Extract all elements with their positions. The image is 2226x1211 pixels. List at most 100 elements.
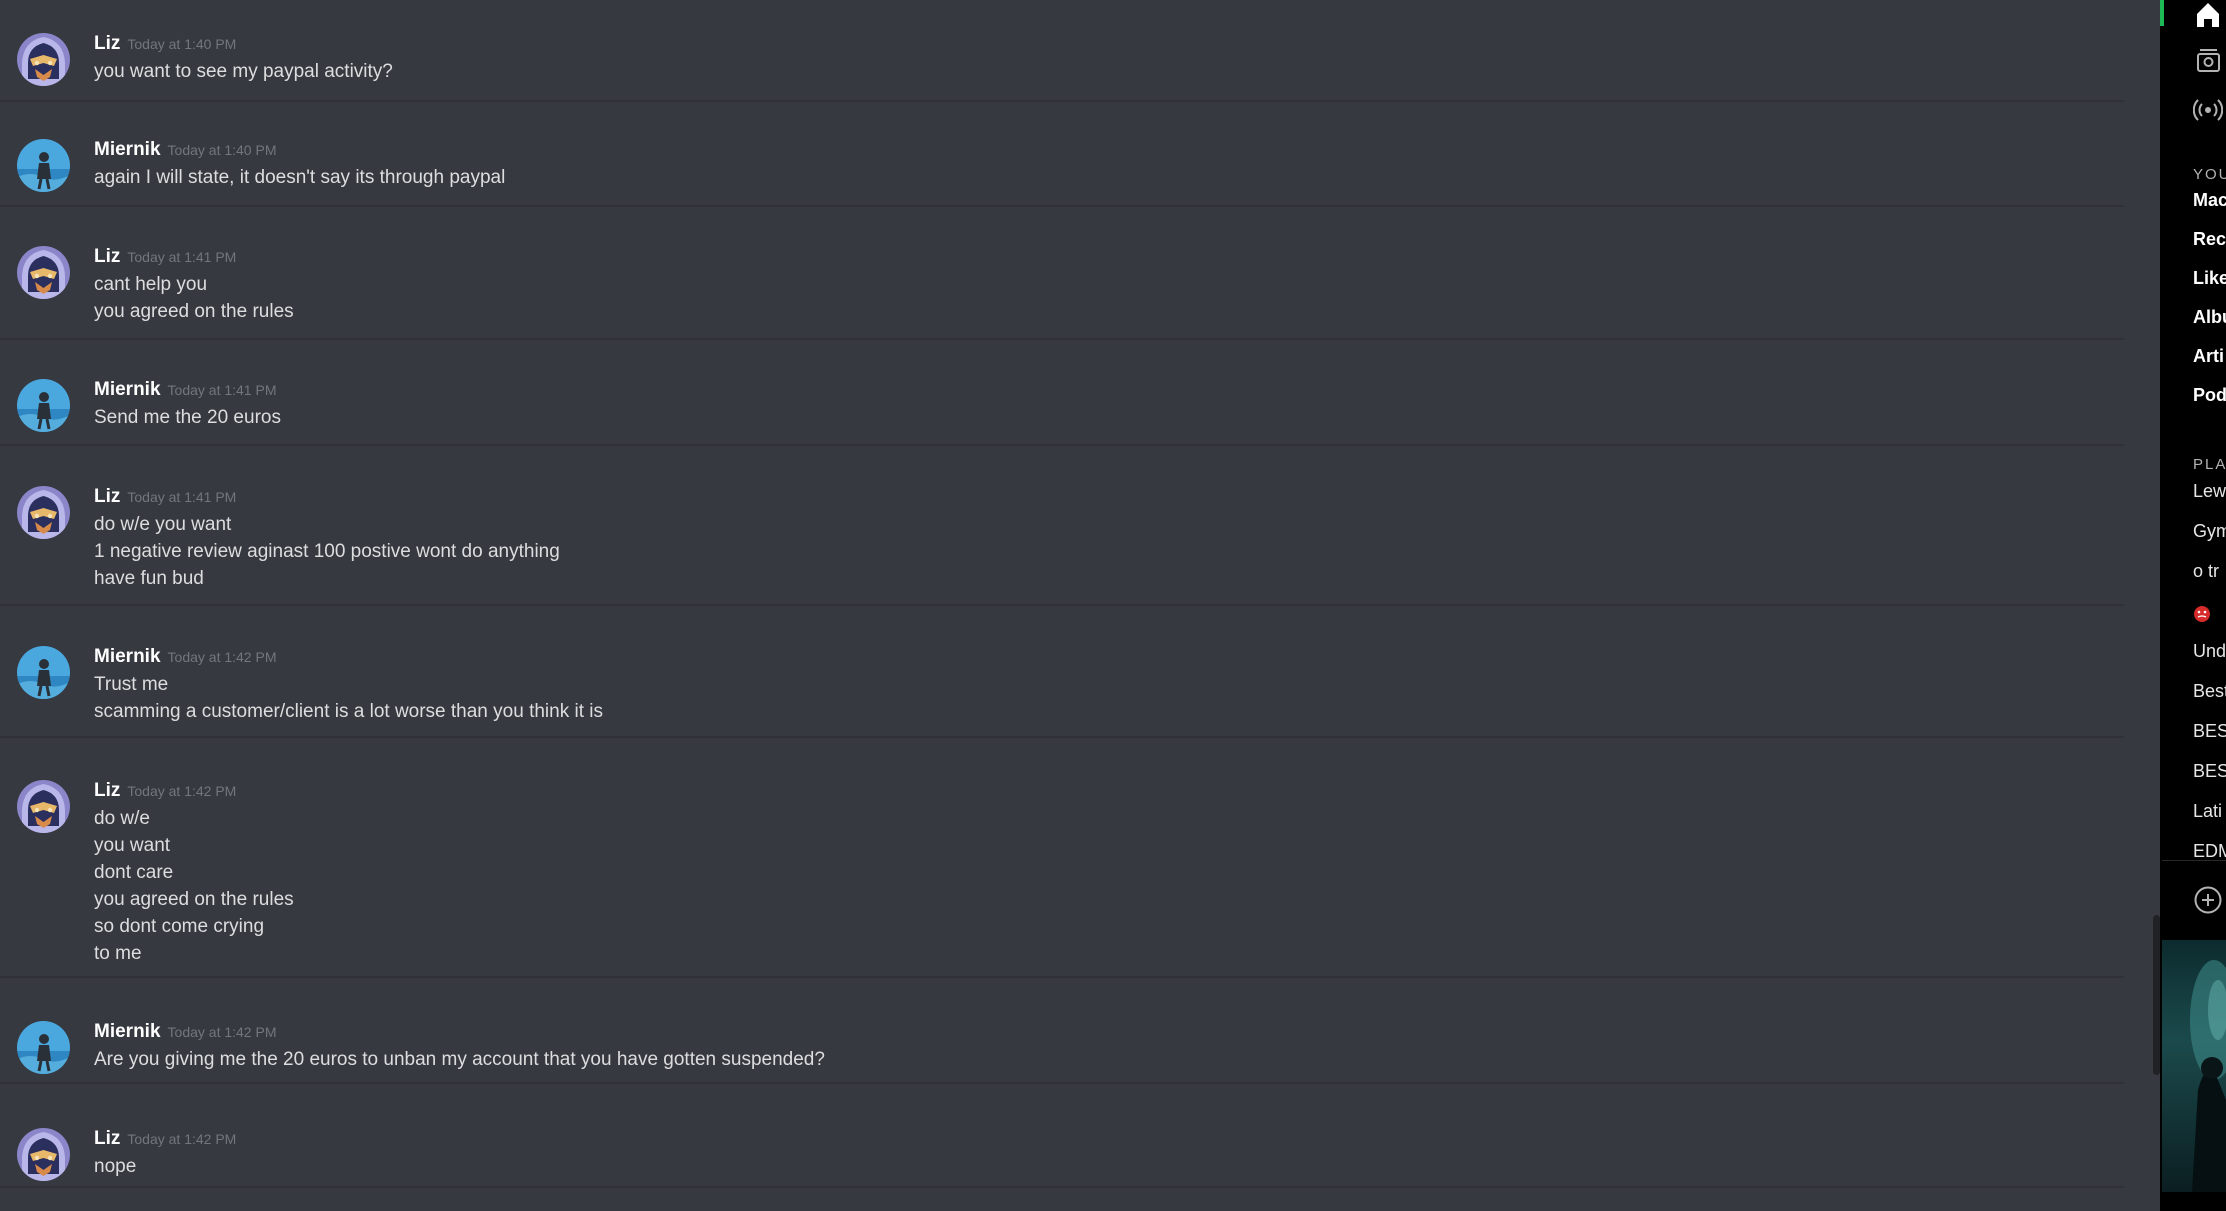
message-body: Trust me scamming a customer/client is a … — [94, 671, 603, 725]
miernik-avatar[interactable] — [17, 379, 70, 432]
playlist-item[interactable]: EDM — [2193, 841, 2226, 862]
username[interactable]: Liz — [94, 246, 120, 267]
miernik-avatar[interactable] — [17, 139, 70, 192]
message-header: Liz Today at 1:40 PM — [94, 33, 236, 59]
music-app-sidebar: YOU PLA Mac Rec Like Albu Arti Pod Lew Gym o tr U… — [2160, 0, 2226, 1211]
library-icon[interactable] — [2193, 46, 2223, 76]
message-line: you agreed on the rules — [94, 889, 294, 910]
message-body: nope — [94, 1153, 136, 1180]
chat-message[interactable]: Liz Today at 1:41 PM do w/e you want 1 nega… — [0, 466, 2124, 606]
playlist-item[interactable]: BES — [2193, 721, 2226, 742]
message-line: cant help you — [94, 274, 208, 295]
message-line: have fun bud — [94, 568, 204, 589]
message-line: nope — [94, 1156, 137, 1177]
now-playing-cover-art[interactable] — [2162, 940, 2226, 1192]
liz-avatar[interactable] — [17, 486, 70, 539]
miernik-avatar[interactable] — [17, 1021, 70, 1074]
message-line: so dont come crying — [94, 916, 265, 937]
username[interactable]: Miernik — [94, 139, 161, 160]
username[interactable]: Liz — [94, 486, 120, 507]
message-line: dont care — [94, 862, 174, 883]
message-timestamp: Today at 1:41 PM — [127, 489, 237, 505]
message-body: do w/e you want dont care you agreed on the… — [94, 805, 294, 967]
chat-message[interactable]: Miernik Today at 1:42 PM Trust me scamming … — [0, 626, 2124, 738]
message-line: Are you giving me the 20 euros to unban … — [94, 1049, 825, 1070]
message-line: you agreed on the rules — [94, 301, 294, 322]
library-item[interactable]: Like — [2193, 268, 2226, 289]
message-line: do w/e you want — [94, 514, 232, 535]
playlist-item[interactable]: BES — [2193, 761, 2226, 782]
message-line: to me — [94, 943, 142, 964]
username[interactable]: Miernik — [94, 1021, 161, 1042]
chat-message[interactable]: Miernik Today at 1:42 PM Are you giving me… — [0, 1001, 2124, 1084]
message-header: Liz Today at 1:41 PM — [94, 246, 236, 272]
chat-message[interactable]: Miernik Today at 1:41 PM Send me the 20 eu… — [0, 359, 2124, 446]
chat-message[interactable]: Liz Today at 1:41 PM cant help you you agre… — [0, 226, 2124, 340]
message-body: Are you giving me the 20 euros to unban … — [94, 1046, 825, 1073]
message-line: Trust me — [94, 674, 169, 695]
message-header: Liz Today at 1:41 PM — [94, 486, 236, 512]
message-header: Miernik Today at 1:42 PM — [94, 646, 276, 672]
playlist-item[interactable]: Lew — [2193, 481, 2226, 502]
library-item[interactable]: Rec — [2193, 229, 2226, 250]
library-item[interactable]: Mac — [2193, 190, 2226, 211]
library-item[interactable]: Arti — [2193, 346, 2224, 367]
message-line: do w/e — [94, 808, 150, 829]
message-timestamp: Today at 1:41 PM — [127, 249, 237, 265]
podcast-icon[interactable] — [2193, 95, 2223, 125]
chat-scrollbar[interactable] — [2153, 915, 2160, 1075]
message-timestamp: Today at 1:41 PM — [167, 382, 277, 398]
liz-avatar[interactable] — [17, 1128, 70, 1181]
message-header: Liz Today at 1:42 PM — [94, 780, 236, 806]
plus-circle-icon[interactable] — [2193, 885, 2223, 915]
username[interactable]: Liz — [94, 33, 120, 54]
message-timestamp: Today at 1:42 PM — [127, 1131, 237, 1147]
liz-avatar[interactable] — [17, 246, 70, 299]
username[interactable]: Liz — [94, 1128, 120, 1149]
username[interactable]: Liz — [94, 780, 120, 801]
message-header: Miernik Today at 1:40 PM — [94, 139, 276, 165]
playlist-item[interactable]: Best — [2193, 681, 2226, 702]
chat-message[interactable]: Miernik Today at 1:40 PM again I will stat… — [0, 119, 2124, 207]
chat-message[interactable]: Liz Today at 1:42 PM nope — [0, 1108, 2124, 1188]
message-body: Send me the 20 euros — [94, 404, 281, 431]
username[interactable]: Miernik — [94, 646, 161, 667]
library-section-heading: YOU — [2193, 166, 2226, 183]
message-body: cant help you you agreed on the rules — [94, 271, 294, 325]
message-line: Send me the 20 euros — [94, 407, 281, 428]
liz-avatar[interactable] — [17, 780, 70, 833]
message-body: you want to see my paypal activity? — [94, 58, 393, 85]
playlist-item[interactable]: Gym — [2193, 521, 2226, 542]
message-timestamp: Today at 1:40 PM — [167, 142, 277, 158]
playlist-item[interactable]: Lati — [2193, 801, 2222, 822]
screen: Liz Today at 1:40 PM you want to see my pa… — [0, 0, 2226, 1211]
message-line: you want to see my paypal activity? — [94, 61, 393, 82]
message-timestamp: Today at 1:42 PM — [167, 649, 277, 665]
red-emoji-icon — [2194, 606, 2210, 622]
message-timestamp: Today at 1:42 PM — [127, 783, 237, 799]
library-item[interactable]: Pod — [2193, 385, 2226, 406]
chat-message[interactable]: Liz Today at 1:42 PM do w/e you want dont ca… — [0, 760, 2124, 978]
active-indicator — [2160, 0, 2164, 26]
message-line: scamming a customer/client is a lot wors… — [94, 701, 603, 722]
message-line: again I will state, it doesn't say its t… — [94, 167, 506, 188]
message-header: Miernik Today at 1:41 PM — [94, 379, 276, 405]
message-timestamp: Today at 1:42 PM — [167, 1024, 277, 1040]
liz-avatar[interactable] — [17, 33, 70, 86]
playlist-item[interactable]: Und — [2193, 641, 2226, 662]
miernik-avatar[interactable] — [17, 646, 70, 699]
playlists-section-heading: PLA — [2193, 456, 2226, 473]
chat-message[interactable]: Liz Today at 1:40 PM you want to see my pa… — [0, 13, 2124, 102]
message-timestamp: Today at 1:40 PM — [127, 36, 237, 52]
message-header: Miernik Today at 1:42 PM — [94, 1021, 276, 1047]
library-item[interactable]: Albu — [2193, 307, 2226, 328]
message-header: Liz Today at 1:42 PM — [94, 1128, 236, 1154]
chat-pane: Liz Today at 1:40 PM you want to see my pa… — [0, 0, 2160, 1211]
message-body: do w/e you want 1 negative review aginast… — [94, 511, 560, 592]
message-line: you want — [94, 835, 171, 856]
message-body: again I will state, it doesn't say its t… — [94, 164, 505, 191]
username[interactable]: Miernik — [94, 379, 161, 400]
playlist-item[interactable]: o tr — [2193, 561, 2219, 582]
message-line: 1 negative review aginast 100 postive wo… — [94, 541, 560, 562]
home-icon[interactable] — [2193, 0, 2223, 30]
